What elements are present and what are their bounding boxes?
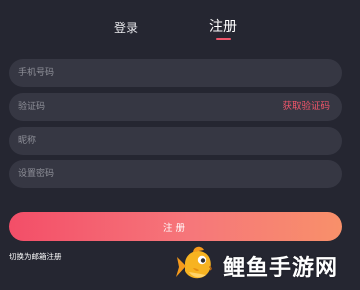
tab-login[interactable]: 登录 (102, 19, 150, 36)
phone-field (9, 59, 342, 87)
nickname-input[interactable] (9, 127, 259, 155)
password-field (9, 160, 342, 188)
verification-code-input[interactable] (9, 93, 259, 121)
password-input[interactable] (9, 160, 259, 188)
nickname-field (9, 127, 342, 155)
switch-email-register-link[interactable]: 切换为邮箱注册 (9, 251, 62, 262)
tab-register[interactable]: 注册 (198, 16, 248, 36)
get-code-button[interactable]: 获取验证码 (282, 93, 330, 121)
fish-logo-icon (176, 246, 212, 279)
register-button[interactable]: 注册 (9, 212, 342, 241)
phone-input[interactable] (9, 59, 259, 87)
auth-tabs: 登录 注册 (0, 14, 360, 44)
watermark: 鲤鱼手游网 (175, 244, 355, 288)
watermark-text: 鲤鱼手游网 (223, 256, 339, 281)
verification-code-field: 获取验证码 (9, 93, 342, 121)
active-tab-indicator (216, 38, 231, 40)
